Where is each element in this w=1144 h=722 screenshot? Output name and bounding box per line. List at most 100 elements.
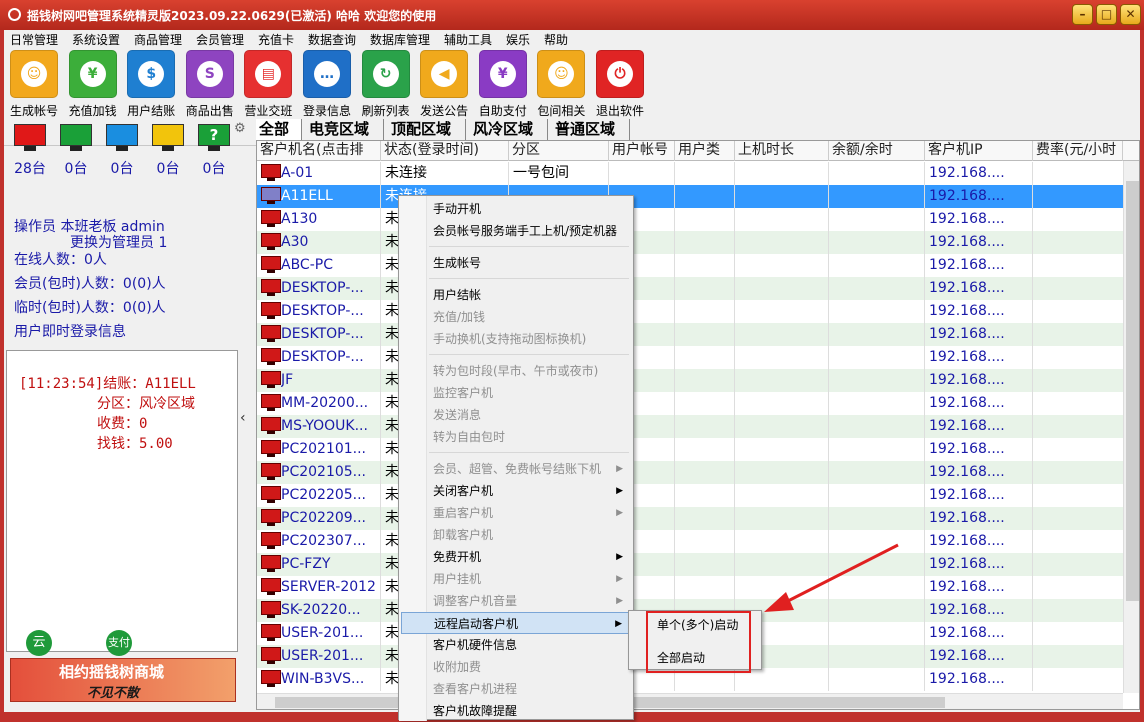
menu-6[interactable]: 数据查询 — [308, 31, 356, 48]
column-header[interactable]: 状态(登录时间) — [381, 141, 509, 161]
pc-screen — [261, 233, 281, 247]
column-header[interactable]: 费率(元/小时 — [1033, 141, 1123, 161]
column-header[interactable]: 客户机名(点击排 — [257, 141, 381, 161]
empty-cell — [675, 277, 735, 300]
monitor-count: 0台 — [156, 161, 180, 177]
vertical-scrollbar[interactable] — [1123, 161, 1139, 693]
context-menu-item[interactable]: 生成帐号 — [401, 252, 631, 274]
table-row[interactable]: PC202209... 未 192.168.... — [257, 507, 1123, 530]
table-row[interactable]: PC202105... 未 192.168.... — [257, 461, 1123, 484]
client-status: 未连接 — [385, 162, 509, 185]
toolbar-button-6[interactable]: … 登录信息 — [299, 50, 355, 118]
toolbar-button-11[interactable]: ⏻ 退出软件 — [592, 50, 648, 118]
menu-2[interactable]: 系统设置 — [72, 31, 120, 48]
menu-3[interactable]: 商品管理 — [134, 31, 182, 48]
tab-3[interactable]: 顶配区域 — [388, 119, 466, 141]
table-row[interactable]: MM-20200... 未 192.168.... — [257, 392, 1123, 415]
client-ip: 192.168.... — [929, 300, 1033, 323]
pay-icon[interactable]: 支付 — [106, 630, 132, 656]
sale-tag-icon-glyph: S — [196, 61, 223, 87]
pc-monitor-icon — [261, 555, 281, 572]
toolbar-button-7[interactable]: ↻ 刷新列表 — [358, 50, 414, 118]
column-header[interactable]: 用户类 — [675, 141, 735, 161]
menu-7[interactable]: 数据库管理 — [370, 31, 430, 48]
table-row[interactable]: PC202205... 未 192.168.... — [257, 484, 1123, 507]
tab-2[interactable]: 电竞区域 — [306, 119, 384, 141]
submenu-arrow-icon: ▶ — [615, 619, 622, 629]
pc-stand — [267, 661, 275, 664]
toolbar-button-10[interactable]: ☺ 包间相关 — [533, 50, 589, 118]
table-row[interactable]: PC202307... 未 192.168.... — [257, 530, 1123, 553]
context-menu-item[interactable]: 手动开机 — [401, 198, 631, 220]
context-menu-item[interactable]: 免费开机 ▶ — [401, 546, 631, 568]
tab-5[interactable]: 普通区域 — [552, 119, 630, 141]
shop-banner[interactable]: 相约摇钱树商城 不见不散 — [10, 658, 236, 702]
context-menu-label: 监控客户机 — [433, 386, 494, 400]
shop-icon-glyph: ▤ — [255, 61, 282, 87]
table-row[interactable]: MS-YOOUK... 未 192.168.... — [257, 415, 1123, 438]
table-row[interactable]: PC202101... 未 192.168.... — [257, 438, 1123, 461]
column-header[interactable]: 上机时长 — [735, 141, 829, 161]
close-button[interactable]: ✕ — [1120, 4, 1141, 25]
table-row[interactable]: A-01 未连接 一号包间 192.168.... — [257, 162, 1123, 185]
table-row[interactable]: SERVER-2012 未 192.168.... — [257, 576, 1123, 599]
context-menu-item[interactable]: 会员帐号服务端手工上机/预定机器 — [401, 220, 631, 242]
maximize-button[interactable]: □ — [1096, 4, 1117, 25]
column-header[interactable]: 客户机IP — [925, 141, 1033, 161]
collapse-panel-icon[interactable]: ‹ — [240, 410, 246, 426]
toolbar-button-4[interactable]: S 商品出售 — [182, 50, 238, 118]
pc-monitor-icon — [261, 348, 281, 365]
context-menu-item[interactable]: 关闭客户机 ▶ — [401, 480, 631, 502]
menu-8[interactable]: 辅助工具 — [444, 31, 492, 48]
menu-5[interactable]: 充值卡 — [258, 31, 294, 48]
gear-icon[interactable]: ⚙ — [234, 121, 246, 136]
table-row[interactable]: DESKTOP-... 未 192.168.... — [257, 277, 1123, 300]
empty-cell — [675, 254, 735, 277]
toolbar-button-8[interactable]: ◀ 发送公告 — [416, 50, 472, 118]
menu-9[interactable]: 娱乐 — [506, 31, 530, 48]
money-bag-icon-glyph: ¥ — [79, 61, 106, 87]
toolbar-button-9[interactable]: ¥ 自助支付 — [475, 50, 531, 118]
context-menu-item[interactable]: 用户结帐 — [401, 284, 631, 306]
context-menu-item[interactable]: 客户机硬件信息 — [401, 634, 631, 656]
menu-1[interactable]: 日常管理 — [10, 31, 58, 48]
cloud-icon[interactable]: 云 — [26, 630, 52, 656]
table-row[interactable]: A130 未 192.168.... — [257, 208, 1123, 231]
toolbar-button-5[interactable]: ▤ 营业交班 — [240, 50, 296, 118]
tab-4[interactable]: 风冷区域 — [470, 119, 548, 141]
table-row[interactable]: ABC-PC 未 192.168.... — [257, 254, 1123, 277]
context-menu-label: 生成帐号 — [433, 256, 482, 270]
table-row[interactable]: DESKTOP-... 未 192.168.... — [257, 323, 1123, 346]
table-row[interactable]: DESKTOP-... 未 192.168.... — [257, 300, 1123, 323]
column-header[interactable]: 余额/余时 — [829, 141, 925, 161]
client-name: WIN-B3VS... — [281, 668, 381, 691]
menu-10[interactable]: 帮助 — [544, 31, 568, 48]
empty-cell — [829, 599, 925, 622]
context-menu: 手动开机 会员帐号服务端手工上机/预定机器 生成帐号 用户结帐 充值/加钱 手动换机(支持… — [398, 195, 634, 722]
table-row[interactable]: A30 未 192.168.... — [257, 231, 1123, 254]
client-name: A-01 — [281, 162, 381, 185]
pc-monitor-icon — [261, 532, 281, 549]
horizontal-scrollbar[interactable] — [257, 693, 1123, 709]
table-row[interactable]: A11ELL未连接192.168.... — [257, 185, 1123, 208]
table-row[interactable]: JF 未 192.168.... — [257, 369, 1123, 392]
client-name: DESKTOP-... — [281, 300, 381, 323]
menu-4[interactable]: 会员管理 — [196, 31, 244, 48]
table-row[interactable]: DESKTOP-... 未 192.168.... — [257, 346, 1123, 369]
column-header[interactable]: 分区 — [509, 141, 609, 161]
toolbar-button-3[interactable]: $ 用户结账 — [123, 50, 179, 118]
person-icon: ☺ — [537, 50, 586, 98]
table-header: 客户机名(点击排 状态(登录时间) 分区 用户帐号 用户类 上机时长 余额/余时 客户机IP 费… — [257, 141, 1139, 161]
context-menu-item[interactable]: 客户机故障提醒 — [401, 700, 631, 722]
column-header[interactable]: 用户帐号 — [609, 141, 675, 161]
empty-cell — [735, 392, 829, 415]
empty-cell — [735, 369, 829, 392]
minimize-button[interactable]: – — [1072, 4, 1093, 25]
table-row[interactable]: PC-FZY 未 192.168.... — [257, 553, 1123, 576]
tab-1[interactable]: 全部 — [256, 119, 302, 141]
context-menu-item[interactable]: 远程启动客户机 ▶ — [401, 612, 631, 634]
toolbar-button-2[interactable]: ¥ 充值加钱 — [65, 50, 121, 118]
pc-monitor-icon — [261, 578, 281, 595]
toolbar-button-1[interactable]: ☺ 生成帐号 — [6, 50, 62, 118]
context-menu-label: 手动换机(支持拖动图标换机) — [433, 332, 587, 346]
